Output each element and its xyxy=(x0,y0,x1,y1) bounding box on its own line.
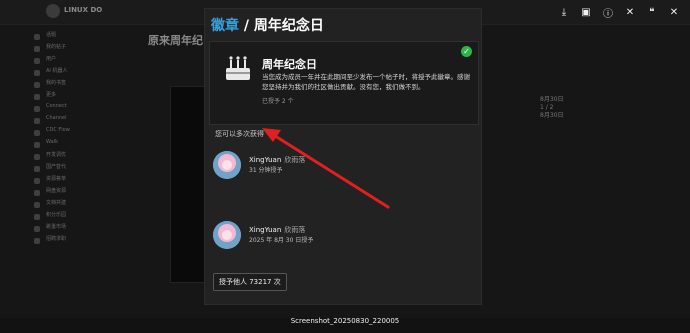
close-icon-2[interactable]: ✕ xyxy=(666,4,682,20)
multiple-grant-note: 您可以多次获得 xyxy=(215,130,264,138)
sidebar-item[interactable]: 积分乐园 xyxy=(30,211,130,222)
background-timeline: 8月30日 1 / 2 8月30日 xyxy=(540,96,563,120)
grant-others-button[interactable]: 授予他人 73217 次 xyxy=(213,273,287,291)
download-icon[interactable]: ⤓ xyxy=(556,4,572,20)
image-caption: Screenshot_20250830_220005 xyxy=(290,317,400,325)
grant-display-name: 欣雨落 xyxy=(284,226,306,234)
grant-user[interactable]: XingYuan 欣雨落 xyxy=(249,225,305,235)
background-sidebar: 话题 我的帖子 用户 AI 机器人 我的书签 更多 Connect Channel CDC Fl… xyxy=(30,30,130,247)
badge-name: 周年纪念日 xyxy=(262,58,317,71)
sidebar-item[interactable]: 网盘资源 xyxy=(30,187,130,198)
lightbox-toolbar: ⤓ ▣ ⓘ ✕ ❝ ✕ xyxy=(556,4,682,20)
grant-username[interactable]: XingYuan xyxy=(249,226,281,234)
sidebar-item[interactable]: 我的帖子 xyxy=(30,43,130,54)
breadcrumb-badges-link[interactable]: 徽章 xyxy=(211,18,239,34)
breadcrumb-current: 周年纪念日 xyxy=(253,18,324,34)
sidebar-item[interactable]: AI 机器人 xyxy=(30,67,130,78)
grant-time: 31 分钟授予 xyxy=(249,167,283,174)
sidebar-item[interactable]: Channel xyxy=(30,115,130,126)
sidebar-item[interactable]: 资源荟萃 xyxy=(30,175,130,186)
grant-user[interactable]: XingYuan 欣雨落 xyxy=(249,155,305,165)
info-icon[interactable]: ⓘ xyxy=(600,4,616,20)
badge-granted-count: 已授予 2 个 xyxy=(262,98,294,105)
grant-display-name: 欣雨落 xyxy=(284,156,306,164)
sidebar-item[interactable]: 跳蚤市场 xyxy=(30,223,130,234)
sidebar-item[interactable]: Connect xyxy=(30,103,130,114)
avatar[interactable] xyxy=(213,221,241,249)
sidebar-item[interactable]: 话题 xyxy=(30,31,130,42)
sidebar-item[interactable]: 用户 xyxy=(30,55,130,66)
sidebar-item[interactable]: 更多 xyxy=(30,91,130,102)
sidebar-item[interactable]: 招聘求职 xyxy=(30,235,130,246)
image-icon[interactable]: ▣ xyxy=(578,4,594,20)
quote-icon[interactable]: ❝ xyxy=(644,4,660,20)
grant-time: 2025 年 8月 30 日授予 xyxy=(249,237,314,244)
breadcrumb-separator: / xyxy=(239,18,254,34)
grant-username[interactable]: XingYuan xyxy=(249,156,281,164)
sidebar-item[interactable]: CDC Flow xyxy=(30,127,130,138)
sidebar-item[interactable]: Walk xyxy=(30,139,130,150)
grant-row: XingYuan 欣雨落 2025 年 8月 30 日授予 xyxy=(209,221,477,261)
background-topic-title: 原来周年纪 xyxy=(148,34,203,47)
site-logo-icon xyxy=(46,4,60,18)
timeline-date: 8月30日 xyxy=(540,96,564,103)
badge-card: ✓ 周年纪念日 当您成为成员一年并在此期间至少发布一个帖子时，将授予此徽章。感谢… xyxy=(209,41,479,125)
close-icon[interactable]: ✕ xyxy=(622,4,638,20)
granted-check-icon: ✓ xyxy=(461,46,472,57)
page-title: 徽章 / 周年纪念日 xyxy=(211,15,324,35)
sidebar-item[interactable]: 开发调优 xyxy=(30,151,130,162)
timeline-count: 1 / 2 xyxy=(540,104,554,111)
badge-description: 当您成为成员一年并在此期间至少发布一个帖子时，将授予此徽章。感谢您坚持并为我们的… xyxy=(262,73,470,91)
sidebar-item[interactable]: 国产替代 xyxy=(30,163,130,174)
lightbox-image: 徽章 / 周年纪念日 ✓ 周年纪念日 当您成为成员一年并在此期间至少发布一个帖子… xyxy=(204,8,482,305)
grant-row: XingYuan 欣雨落 31 分钟授予 xyxy=(209,151,477,191)
cake-icon xyxy=(226,56,250,80)
avatar[interactable] xyxy=(213,151,241,179)
timeline-date-end: 8月30日 xyxy=(540,112,564,119)
sidebar-item[interactable]: 文档共建 xyxy=(30,199,130,210)
sidebar-item[interactable]: 我的书签 xyxy=(30,79,130,90)
site-logo-text: LINUX DO xyxy=(64,6,103,14)
